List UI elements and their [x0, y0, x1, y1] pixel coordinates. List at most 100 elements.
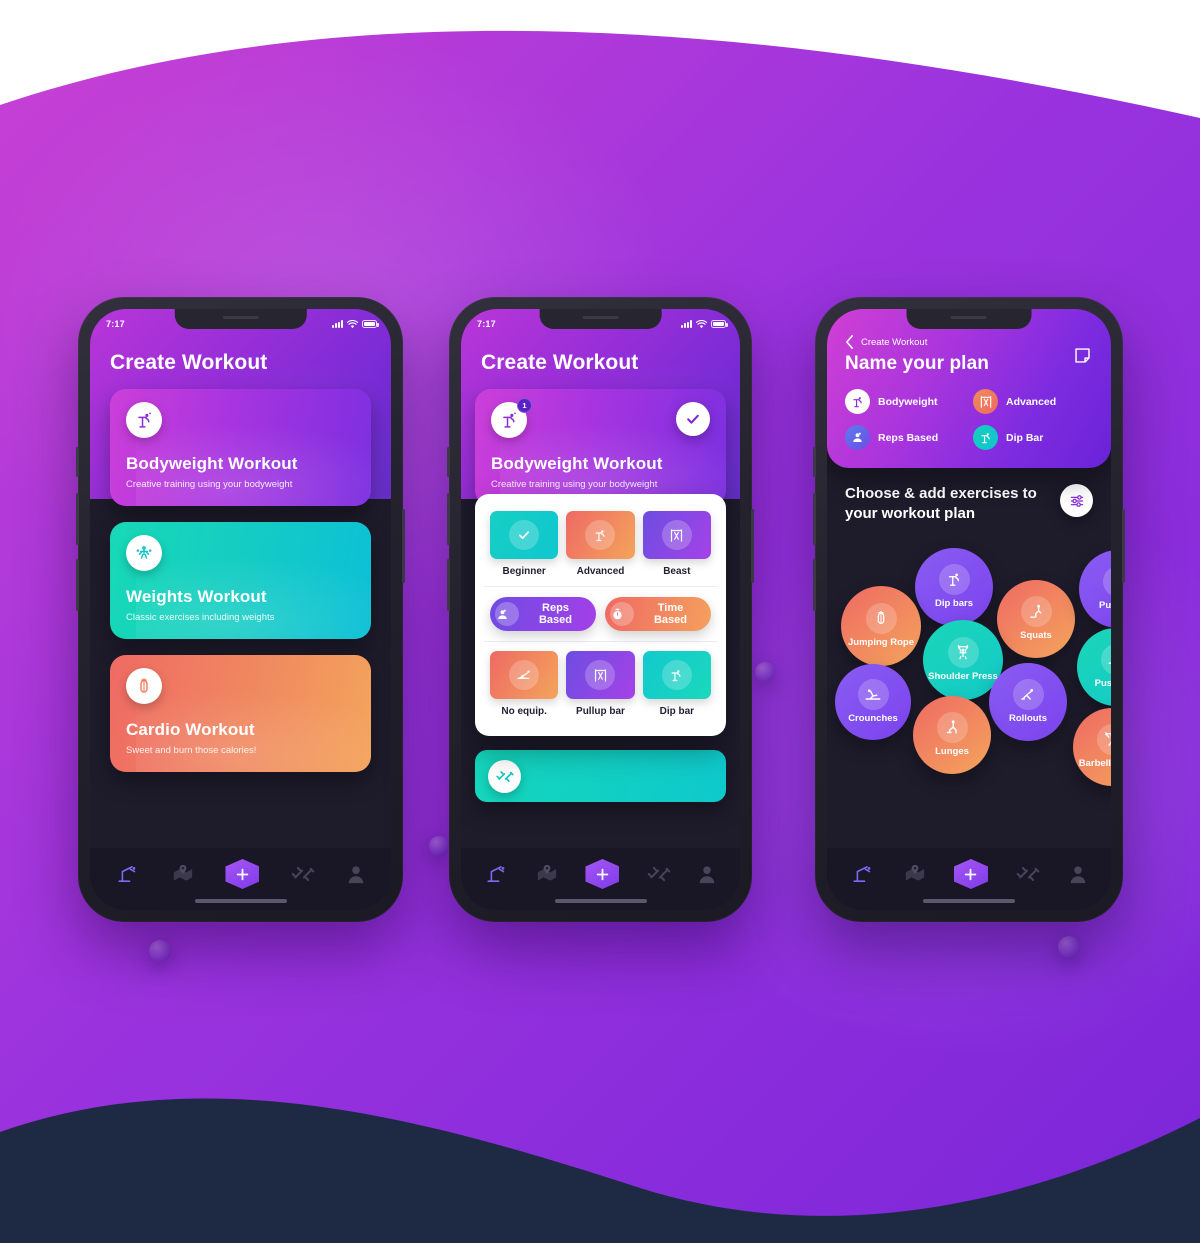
option-label: Beast: [663, 566, 691, 577]
workout-card-bodyweight[interactable]: Bodyweight Workout Creative training usi…: [110, 389, 371, 506]
section-heading: Choose & add exercises to your workout p…: [845, 485, 1037, 522]
crunch-icon: [857, 678, 889, 710]
selected-workout-card[interactable]: 1 Bodyweight Workout Creative training u…: [475, 389, 726, 506]
dumbbell-icon: [647, 866, 671, 882]
workout-card-weights[interactable]: Weights Workout Classic exercises includ…: [110, 522, 371, 639]
decorative-orb: [149, 940, 171, 962]
option-no-equipment[interactable]: No equip.: [490, 651, 559, 717]
map-pin-icon: [173, 864, 192, 881]
nav-item-add[interactable]: [585, 859, 620, 889]
exercise-label: Squats: [1020, 629, 1052, 641]
nav-item-equipment[interactable]: [647, 865, 671, 883]
nav-item-map[interactable]: [172, 864, 194, 884]
exercise-label: Jumping Rope: [848, 636, 914, 648]
card-subtitle: Classic exercises including weights: [126, 612, 275, 623]
pullup-bar-icon: [1102, 565, 1111, 597]
stopwatch-icon: [610, 602, 634, 626]
exercise-bubble-squats[interactable]: Squats: [997, 579, 1075, 658]
dip-bar-icon: [973, 425, 998, 450]
option-label: Beginner: [502, 566, 546, 577]
punching-bag-icon: [126, 668, 162, 704]
option-beginner[interactable]: Beginner: [490, 511, 559, 577]
dip-bar-icon: [661, 660, 692, 690]
selected-check-icon[interactable]: [676, 402, 710, 436]
exercise-label: Shoulder Press: [928, 670, 998, 682]
mode-options-row: Reps Based Time Based: [484, 586, 717, 641]
dip-bar-icon: [845, 389, 870, 414]
plan-tag-dip-bar[interactable]: Dip Bar: [973, 425, 1093, 450]
decorative-orb: [1058, 936, 1080, 958]
option-label: Time Based: [653, 602, 688, 626]
tag-label: Dip Bar: [1006, 431, 1044, 444]
equipment-options-row: No equip. Pullup bar Dip bar: [484, 641, 717, 726]
plus-icon: [965, 868, 977, 880]
dumbbell-icon: [1017, 866, 1040, 882]
person-icon: [348, 865, 364, 883]
decorative-orb: [755, 662, 775, 682]
dip-bar-icon: [585, 520, 616, 550]
nav-item-add[interactable]: [225, 859, 260, 889]
option-beast[interactable]: Beast: [642, 511, 711, 577]
nav-item-equipment[interactable]: [291, 865, 315, 883]
option-advanced[interactable]: Advanced: [566, 511, 635, 577]
exercise-bubble-lunges[interactable]: Lunges: [913, 695, 991, 774]
home-indicator: [554, 899, 647, 903]
weightlifter-icon: [126, 535, 162, 571]
exercise-bubble-barbell-squats[interactable]: Barbell Squats: [1073, 707, 1111, 786]
workout-card-cardio[interactable]: Cardio Workout Sweet and burn those calo…: [110, 655, 371, 772]
signal-bars-icon: [681, 320, 692, 328]
speaker-grille: [950, 316, 987, 319]
phone-notch: [906, 309, 1032, 329]
nav-item-workout[interactable]: [485, 864, 509, 884]
home-indicator: [194, 899, 287, 903]
exercise-bubble-dip-bars[interactable]: Dip bars: [915, 547, 993, 626]
phone-notch: [539, 309, 662, 329]
option-thumb: [642, 511, 711, 559]
exercise-bubble-crounches[interactable]: Crounches: [835, 663, 911, 740]
plan-tag-bodyweight[interactable]: Bodyweight: [845, 389, 965, 414]
plan-tag-advanced[interactable]: Advanced: [973, 389, 1093, 414]
card-title: Bodyweight Workout: [126, 454, 298, 473]
plan-tag-reps-based[interactable]: Reps Based: [845, 425, 965, 450]
phone-mockup-workout-options: 7:17 Create Workout 1 Bodyweight Workout…: [447, 297, 754, 922]
card-subtitle: Creative training using your bodyweight: [491, 479, 658, 490]
tag-label: Bodyweight: [878, 395, 938, 408]
weights-workout-strip[interactable]: [475, 750, 726, 802]
exercise-bubble-pull-ups[interactable]: Pull Ups: [1079, 549, 1111, 628]
filter-sliders-icon[interactable]: [1060, 484, 1093, 517]
nav-item-workout[interactable]: [851, 864, 875, 884]
decorative-orb: [429, 836, 449, 856]
option-dip-bar[interactable]: Dip bar: [642, 651, 711, 717]
person-icon: [1070, 865, 1086, 883]
exercise-label: Barbell Squats: [1078, 757, 1111, 769]
exercise-bubble-jumping-rope[interactable]: Jumping Rope: [841, 585, 921, 666]
tag-label: Reps Based: [878, 431, 939, 444]
check-icon: [509, 520, 540, 550]
nav-item-add[interactable]: [953, 859, 988, 889]
gymnast-icon: [118, 866, 136, 882]
nav-item-profile[interactable]: [1069, 865, 1087, 884]
edit-note-icon[interactable]: [1074, 347, 1091, 369]
pushup-icon: [509, 660, 540, 690]
exercise-label: Rollouts: [1009, 712, 1047, 724]
nav-item-profile[interactable]: [698, 865, 716, 884]
nav-item-equipment[interactable]: [1016, 865, 1040, 883]
nav-item-map[interactable]: [536, 864, 558, 884]
nav-item-workout[interactable]: [116, 864, 140, 884]
chevron-left-icon: [846, 335, 853, 349]
plan-tag-list: Bodyweight Advanced Reps Based Dip Bar: [845, 389, 1093, 450]
nav-item-map[interactable]: [904, 864, 926, 884]
exercise-bubble-rollouts[interactable]: Rollouts: [989, 662, 1067, 741]
exercise-bubble-push-ups[interactable]: Push ups: [1077, 627, 1111, 706]
option-reps-based[interactable]: Reps Based: [490, 597, 596, 631]
option-pullup-bar[interactable]: Pullup bar: [566, 651, 635, 717]
option-label: No equip.: [501, 706, 547, 717]
option-time-based[interactable]: Time Based: [605, 597, 711, 631]
speaker-grille: [222, 316, 259, 319]
back-button[interactable]: Create Workout: [845, 335, 1093, 349]
option-label: Pullup bar: [576, 706, 625, 717]
option-label: Advanced: [576, 566, 625, 577]
count-badge: 1: [517, 398, 532, 413]
nav-item-profile[interactable]: [347, 865, 365, 884]
reps-icon: [845, 425, 870, 450]
